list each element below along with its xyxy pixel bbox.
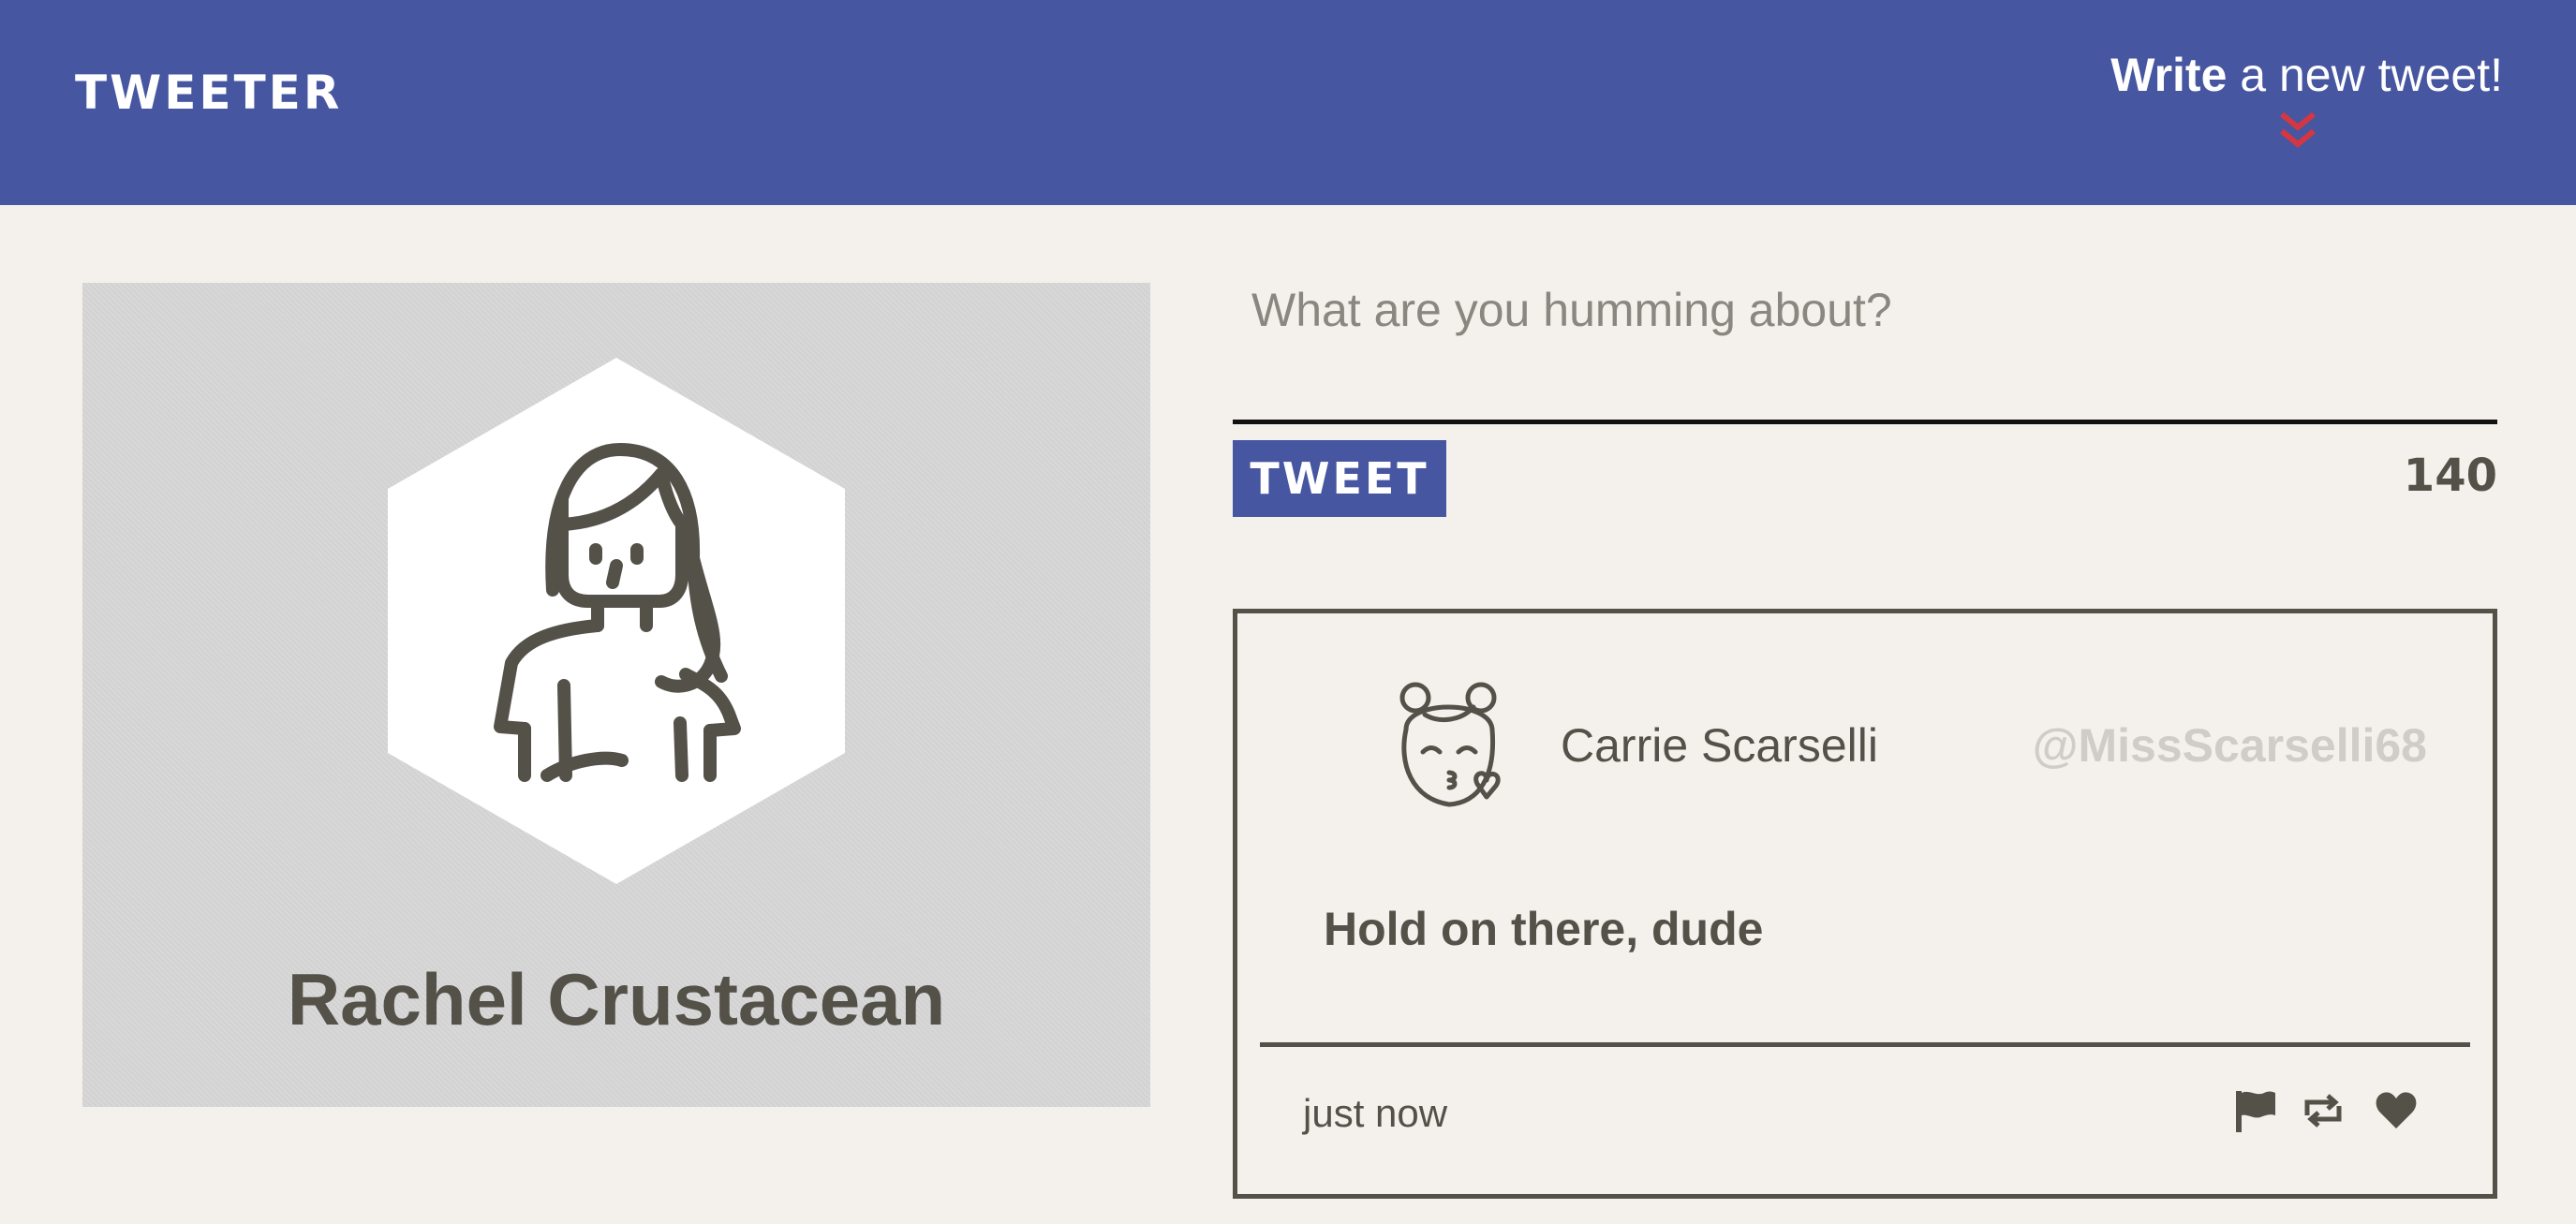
woman-avatar-icon bbox=[388, 358, 845, 884]
tweet-input[interactable] bbox=[1233, 262, 2497, 424]
compose-toggle-label: Write a new tweet! bbox=[2110, 47, 2503, 103]
tweet-button[interactable]: TWEET bbox=[1233, 440, 1446, 517]
tweet-body: Hold on there, dude bbox=[1324, 903, 1764, 955]
double-chevron-down-icon[interactable] bbox=[2274, 109, 2321, 155]
flag-icon[interactable] bbox=[2232, 1087, 2279, 1134]
tweet-divider bbox=[1260, 1042, 2470, 1047]
tweet-composer: TWEET 140 bbox=[1233, 262, 2497, 524]
tweet-actions bbox=[2232, 1087, 2420, 1140]
compose-toggle[interactable]: Write a new tweet! bbox=[2091, 47, 2503, 159]
tweet-timestamp: just now bbox=[1303, 1091, 1448, 1135]
tweet-card: Carrie Scarselli @MissScarselli68 Hold o… bbox=[1233, 609, 2497, 1199]
tweet-handle: @MissScarselli68 bbox=[2032, 719, 2427, 772]
girl-kiss-avatar-icon bbox=[1399, 682, 1501, 807]
profile-name: Rachel Crustacean bbox=[287, 958, 946, 1040]
profile-card: Rachel Crustacean bbox=[82, 283, 1150, 1107]
top-nav: TWEETER Write a new tweet! bbox=[0, 0, 2576, 205]
retweet-icon[interactable] bbox=[2300, 1087, 2347, 1134]
tweet-author: Carrie Scarselli bbox=[1561, 719, 1878, 772]
character-counter: 140 bbox=[2403, 450, 2497, 502]
heart-icon[interactable] bbox=[2373, 1087, 2420, 1134]
compose-toggle-strong: Write bbox=[2110, 49, 2228, 101]
compose-toggle-rest: a new tweet! bbox=[2227, 49, 2503, 101]
brand-logo[interactable]: TWEETER bbox=[75, 69, 342, 116]
